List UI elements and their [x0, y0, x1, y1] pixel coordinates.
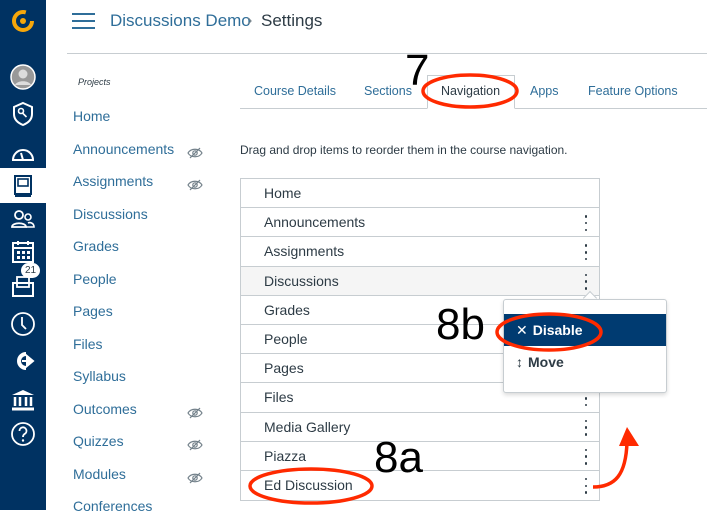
canvas-logo-icon[interactable] [0, 4, 46, 38]
inbox-icon[interactable]: 21 [0, 263, 46, 303]
hamburger-menu-icon[interactable] [72, 13, 95, 29]
nav-list-item-label: Ed Discussion [264, 476, 353, 493]
course-nav-item-syllabus[interactable]: Syllabus [73, 368, 126, 384]
course-nav-item-pages[interactable]: Pages [73, 303, 113, 319]
menu-item-move[interactable]: ↕ Move [504, 346, 666, 378]
nav-list-item[interactable]: Assignments [241, 237, 599, 267]
inbox-unread-badge: 21 [21, 263, 41, 278]
course-nav-item-assignments[interactable]: Assignments [73, 173, 153, 189]
tab-feature-options[interactable]: Feature Options [588, 84, 678, 98]
hidden-eye-slash-icon [187, 407, 203, 418]
course-nav-item-announcements[interactable]: Announcements [73, 141, 174, 157]
nav-list-item-label: Piazza [264, 447, 307, 464]
dashboard-icon[interactable] [0, 136, 46, 170]
move-label: Move [528, 354, 564, 370]
breadcrumb-separator: › [247, 12, 253, 29]
account-avatar-icon[interactable] [0, 60, 46, 94]
menu-item-disable[interactable]: ✕ Disable [504, 314, 666, 346]
course-nav-item-outcomes[interactable]: Outcomes [73, 401, 137, 417]
course-nav-item-quizzes[interactable]: Quizzes [73, 433, 124, 449]
tab-navigation[interactable]: Navigation [441, 84, 500, 98]
annotation-step-8b: 8b [436, 300, 485, 349]
nav-list-item-label: Home [264, 185, 302, 201]
kebab-menu-icon[interactable] [584, 244, 588, 261]
item-options-menu: ✕ Disable ↕ Move [503, 299, 667, 393]
nav-list-item[interactable]: Discussions [241, 266, 599, 296]
nav-list-item-label: Files [264, 389, 294, 406]
course-nav-item-files[interactable]: Files [73, 336, 103, 352]
institution-icon[interactable] [0, 383, 46, 417]
kebab-menu-icon[interactable] [584, 419, 588, 436]
course-nav-item-home[interactable]: Home [73, 108, 110, 124]
kebab-menu-icon[interactable] [584, 273, 588, 290]
help-icon[interactable] [0, 417, 46, 451]
kebab-menu-icon[interactable] [584, 215, 588, 232]
hidden-eye-slash-icon [187, 439, 203, 451]
course-nav-item-discussions[interactable]: Discussions [73, 206, 148, 222]
nav-list-item-label: Grades [264, 301, 310, 318]
nav-list-item-label: People [264, 330, 308, 347]
move-updown-icon: ↕ [516, 354, 523, 370]
kebab-menu-icon[interactable] [584, 477, 588, 494]
nav-list-item-label: Assignments [264, 243, 345, 260]
course-nav-item-people[interactable]: People [73, 271, 117, 287]
nav-list-item-label: Announcements [264, 214, 366, 231]
groups-icon[interactable] [0, 202, 46, 236]
tab-apps[interactable]: Apps [530, 84, 559, 98]
breadcrumb-course[interactable]: Discussions Demo [110, 11, 251, 31]
hidden-eye-slash-icon [187, 179, 203, 191]
course-nav-section-label: Projects [78, 77, 111, 87]
tab-course-details[interactable]: Course Details [254, 84, 336, 98]
kebab-menu-icon[interactable] [584, 448, 588, 465]
course-nav-item-modules[interactable]: Modules [73, 466, 126, 482]
annotation-step-8a: 8a [374, 433, 423, 482]
breadcrumb-current-page: Settings [261, 11, 323, 30]
close-icon: ✕ [516, 321, 528, 338]
annotation-step-7: 7 [405, 46, 430, 95]
course-nav-item-grades[interactable]: Grades [73, 238, 119, 254]
admin-shield-icon[interactable] [0, 97, 46, 131]
annotation-arrowhead [619, 427, 639, 446]
commons-icon[interactable] [0, 344, 46, 378]
history-icon[interactable] [0, 307, 46, 341]
global-nav: 21 [0, 0, 46, 510]
nav-list-item-label: Media Gallery [264, 418, 351, 435]
hidden-eye-slash-icon [187, 147, 203, 158]
disable-label: Disable [532, 322, 583, 338]
hidden-eye-slash-icon [187, 472, 203, 483]
instructions-text: Drag and drop items to reorder them in t… [240, 143, 568, 157]
nav-list-item[interactable]: Home [241, 179, 599, 209]
nav-list-item-label: Discussions [264, 272, 339, 289]
courses-icon[interactable] [0, 168, 46, 203]
nav-list-item[interactable]: Announcements [241, 208, 599, 238]
nav-list-item-label: Pages [264, 360, 304, 377]
header-divider [67, 53, 707, 54]
course-nav-item-conferences[interactable]: Conferences [73, 498, 152, 514]
